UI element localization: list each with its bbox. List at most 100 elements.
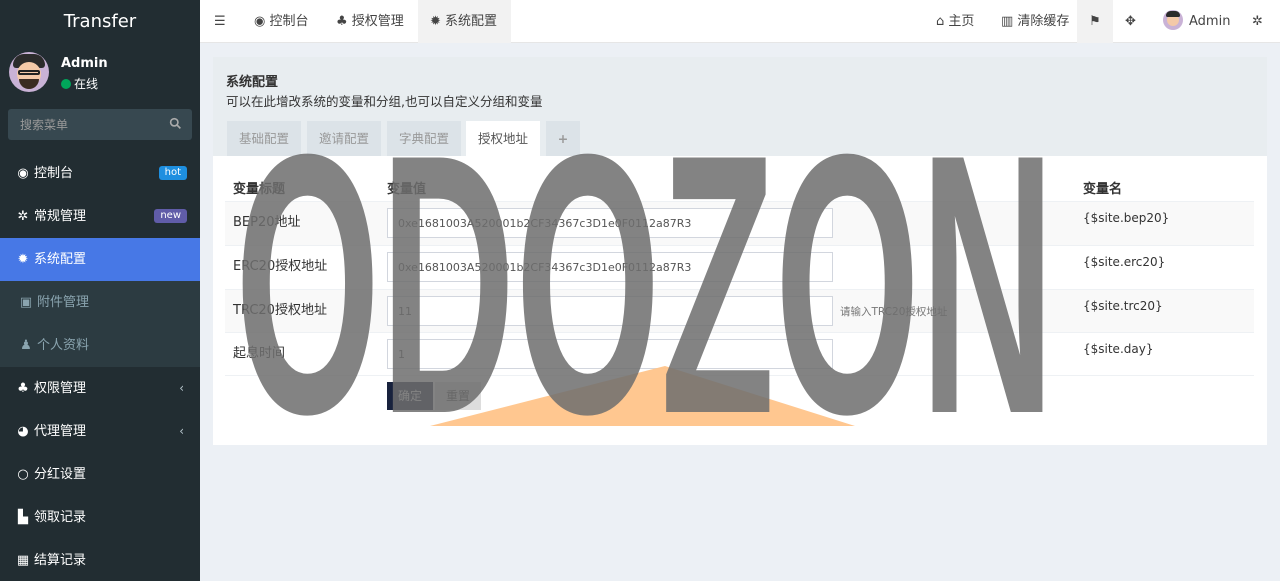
top-navbar: ☰ ◉ 控制台 ♣ 授权管理 ✹ 系统配置 ⌂ 主页 ▥ 清除缓存 ⚑ ✥ Ad… <box>200 0 1280 43</box>
home-icon: ⌂ <box>936 14 949 29</box>
list-icon: ▙ <box>18 510 28 525</box>
settings-button[interactable]: ✲ <box>1252 0 1263 43</box>
reset-button[interactable]: 重置 <box>435 382 482 410</box>
header-variable-name: 变量名 <box>1083 182 1123 197</box>
sidebar-item-label: 控制台 <box>34 166 74 181</box>
tab-label: 系统配置 <box>445 14 498 29</box>
dashboard-icon: ◉ <box>17 166 29 181</box>
table-row: 起息时间 {$site.day} <box>225 332 1254 376</box>
sidebar-item-claims[interactable]: ▙ 领取记录 <box>0 496 200 539</box>
new-badge: new <box>154 209 187 223</box>
table-row: ERC20授权地址 {$site.erc20} <box>225 245 1254 289</box>
sidebar-item-label: 权限管理 <box>34 381 87 396</box>
app-logo[interactable]: Transfer <box>0 0 200 43</box>
sidebar: Transfer Admin 在线 ◉ 控制台 hot ✲ 常规管理 new ✹ 系统配置… <box>0 0 200 581</box>
menu-toggle-icon: ☰ <box>214 14 226 29</box>
page-title: 系统配置 <box>226 75 279 90</box>
sidebar-search <box>8 109 192 140</box>
search-icon[interactable] <box>169 117 182 130</box>
row-variable: {$site.bep20} <box>1083 211 1170 225</box>
sidebar-item-label: 系统配置 <box>34 252 87 267</box>
user-panel: Admin 在线 <box>0 43 200 101</box>
tab-system-config[interactable]: ✹ 系统配置 <box>418 0 511 43</box>
search-input[interactable] <box>8 109 158 140</box>
group-icon: ♣ <box>336 14 352 29</box>
sidebar-item-attachments[interactable]: ▣ 附件管理 <box>0 281 200 324</box>
tab-label: 授权管理 <box>351 14 404 29</box>
sidebar-item-agents[interactable]: ◕ 代理管理 ‹ <box>0 410 200 453</box>
row-variable: {$site.erc20} <box>1083 255 1166 269</box>
sidebar-item-label: 常规管理 <box>34 209 87 224</box>
group-icon: ♣ <box>17 381 29 396</box>
user-icon: ♟ <box>20 338 32 353</box>
gear-icon: ✹ <box>430 14 446 29</box>
image-icon: ▣ <box>19 295 33 310</box>
row-label: BEP20地址 <box>233 215 301 230</box>
sidebar-item-dashboard[interactable]: ◉ 控制台 hot <box>0 152 200 195</box>
add-tab-button[interactable]: + <box>546 121 580 156</box>
sidebar-item-settlement[interactable]: ▦ 结算记录 <box>0 539 200 581</box>
trash-icon: ▥ <box>1001 14 1018 29</box>
sidebar-item-system-config[interactable]: ✹ 系统配置 <box>0 238 200 281</box>
avatar <box>1163 10 1183 30</box>
tab-dictionary-config[interactable]: 字典配置 <box>387 121 461 156</box>
table-row: BEP20地址 {$site.bep20} <box>225 201 1254 245</box>
sidebar-item-dividend[interactable]: ○ 分红设置 <box>0 453 200 496</box>
interest-start-input[interactable] <box>387 339 833 369</box>
chevron-left-icon: ‹ <box>179 424 184 438</box>
sidebar-item-label: 结算记录 <box>34 553 87 568</box>
sidebar-item-label: 代理管理 <box>34 424 87 439</box>
tab-label: 控制台 <box>269 14 309 29</box>
row-tip: 请输入TRC20授权地址 <box>840 306 948 318</box>
header-variable-title: 变量标题 <box>233 182 286 197</box>
header-variable-value: 变量值 <box>387 182 427 197</box>
fullscreen-button[interactable]: ✥ <box>1125 0 1136 43</box>
clear-cache-label: 清除缓存 <box>1017 14 1070 29</box>
sidebar-item-label: 领取记录 <box>34 510 87 525</box>
home-label: 主页 <box>948 14 975 29</box>
sidebar-toggle-button[interactable]: ☰ <box>214 0 226 43</box>
sidebar-item-label: 个人资料 <box>37 338 90 353</box>
cogs-icon: ✲ <box>17 209 29 224</box>
trc20-address-input[interactable] <box>387 296 833 326</box>
home-link[interactable]: ⌂ 主页 <box>936 0 974 43</box>
clear-cache-button[interactable]: ▥ 清除缓存 <box>1001 0 1069 43</box>
avatar <box>9 52 49 92</box>
config-panel: 系统配置 可以在此增改系统的变量和分组,也可以自定义分组和变量 基础配置 邀请配… <box>213 57 1267 445</box>
tab-authorization[interactable]: ♣ 授权管理 <box>336 0 404 43</box>
calendar-icon: ▦ <box>16 553 30 568</box>
user-menu[interactable]: Admin <box>1163 0 1230 43</box>
user-status-text: 在线 <box>74 77 99 91</box>
row-variable: {$site.trc20} <box>1083 299 1163 313</box>
circle-icon: ○ <box>17 467 29 482</box>
erc20-address-input[interactable] <box>387 252 833 282</box>
row-variable: {$site.day} <box>1083 342 1154 356</box>
tab-auth-address[interactable]: 授权地址 <box>466 121 540 156</box>
table-row: TRC20授权地址 请输入TRC20授权地址 {$site.trc20} <box>225 289 1254 333</box>
dashboard-icon: ◉ <box>254 14 270 29</box>
expand-icon: ✥ <box>1125 14 1136 29</box>
online-dot-icon <box>61 79 71 89</box>
page-description: 可以在此增改系统的变量和分组,也可以自定义分组和变量 <box>226 94 543 109</box>
language-button[interactable]: ⚑ <box>1077 0 1113 43</box>
tab-dashboard[interactable]: ◉ 控制台 <box>254 0 309 43</box>
cogs-icon: ✲ <box>1252 14 1263 29</box>
user-status: 在线 <box>61 75 98 92</box>
row-label: TRC20授权地址 <box>233 303 327 318</box>
user-circle-icon: ◕ <box>17 424 29 439</box>
sidebar-item-profile[interactable]: ♟ 个人资料 <box>0 324 200 367</box>
sidebar-item-permissions[interactable]: ♣ 权限管理 ‹ <box>0 367 200 410</box>
tab-basic-config[interactable]: 基础配置 <box>227 121 301 156</box>
chevron-left-icon: ‹ <box>179 381 184 395</box>
panel-header: 系统配置 可以在此增改系统的变量和分组,也可以自定义分组和变量 基础配置 邀请配… <box>213 57 1267 156</box>
sidebar-item-general[interactable]: ✲ 常规管理 new <box>0 195 200 238</box>
submit-button[interactable]: 确定 <box>387 382 434 410</box>
sidebar-item-label: 分红设置 <box>34 467 87 482</box>
row-label: ERC20授权地址 <box>233 259 328 274</box>
bep20-address-input[interactable] <box>387 208 833 238</box>
flag-icon: ⚑ <box>1089 14 1101 29</box>
tab-invite-config[interactable]: 邀请配置 <box>307 121 381 156</box>
sidebar-item-label: 附件管理 <box>37 295 90 310</box>
hot-badge: hot <box>158 166 187 180</box>
user-menu-name: Admin <box>1189 14 1231 29</box>
